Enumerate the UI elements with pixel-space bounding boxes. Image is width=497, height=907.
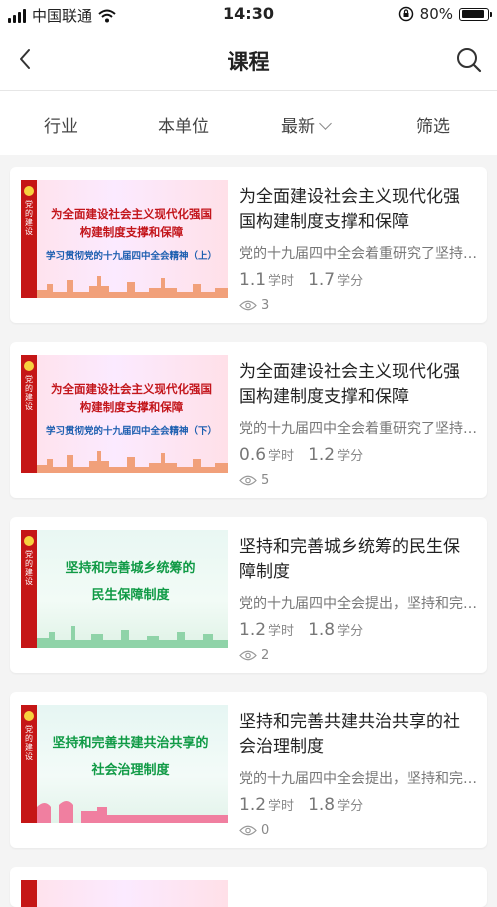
status-bar: 中国联通 14:30 80% <box>0 0 497 28</box>
hours-unit: 学时 <box>268 799 295 814</box>
thumb-title-line1: 坚持和完善共建共治共享的 <box>52 736 209 751</box>
credits-value: 1.7 <box>308 270 336 290</box>
view-count: 3 <box>261 298 270 313</box>
course-stats: 0.6 学时 1.2 学分 <box>239 445 377 465</box>
course-title: 为全面建设社会主义现代化强国构建制度支撑和保障 <box>239 187 460 232</box>
course-card[interactable]: 党的建设 为全面建设社会主义现代化强国 构建制度支撑和保障 学习贯彻党的十九届四… <box>10 167 487 323</box>
hours-value: 1.2 <box>239 620 267 640</box>
party-emblem-icon <box>24 536 34 546</box>
chevron-down-icon <box>319 117 332 130</box>
credits-unit: 学分 <box>337 274 364 289</box>
battery-percent: 80% <box>419 5 453 23</box>
hours-value: 0.6 <box>239 445 267 465</box>
filter-bar: 行业 本单位 最新 筛选 <box>0 91 497 155</box>
view-count: 5 <box>261 473 270 488</box>
page-title: 课程 <box>227 50 270 74</box>
credits-unit: 学分 <box>337 799 364 814</box>
course-desc: 党的十九届四中全会着重研究了坚持和完善中国特色社会主义制度 <box>239 421 477 437</box>
course-thumbnail <box>21 880 228 907</box>
strip-label: 党的建设 <box>25 725 33 761</box>
hours-unit: 学时 <box>268 624 295 639</box>
course-stats: 1.2 学时 1.8 学分 <box>239 795 377 815</box>
eye-icon <box>239 825 257 836</box>
course-stats: 1.2 学时 1.8 学分 <box>239 620 377 640</box>
filter-latest-label: 最新 <box>281 117 315 137</box>
views: 0 <box>239 823 269 838</box>
course-thumbnail: 党的建设 坚持和完善城乡统筹的 民生保障制度 <box>21 530 228 648</box>
credits-value: 1.8 <box>308 620 336 640</box>
thumb-title-line1: 为全面建设社会主义现代化强国 <box>51 207 212 221</box>
filter-industry[interactable]: 行业 <box>44 112 78 137</box>
eye-icon <box>239 300 257 311</box>
hours-value: 1.1 <box>239 270 267 290</box>
credits-unit: 学分 <box>337 449 364 464</box>
nav-bar: 课程 <box>0 28 497 91</box>
thumb-title-line2: 构建制度支撑和保障 <box>79 400 184 414</box>
battery-icon <box>459 7 492 21</box>
views: 2 <box>239 648 269 663</box>
strip-label: 党的建设 <box>25 375 33 411</box>
course-desc: 党的十九届四中全会提出，坚持和完善共建共治共享的社会治理制度 <box>239 771 477 787</box>
filter-screen[interactable]: 筛选 <box>416 112 450 137</box>
course-card-partial[interactable] <box>10 867 487 907</box>
course-title: 坚持和完善共建共治共享的社会治理制度 <box>239 712 460 757</box>
thumb-title-line1: 坚持和完善城乡统筹的 <box>65 561 196 576</box>
thumb-title-line1: 为全面建设社会主义现代化强国 <box>51 382 212 396</box>
skyline-graphic <box>37 801 228 823</box>
credits-unit: 学分 <box>337 624 364 639</box>
course-desc: 党的十九届四中全会提出，坚持和完善统筹城乡的民生保障制度 <box>239 596 477 612</box>
course-thumbnail: 党的建设 坚持和完善共建共治共享的 社会治理制度 <box>21 705 228 823</box>
filter-unit[interactable]: 本单位 <box>158 112 209 137</box>
strip-label: 党的建设 <box>25 550 33 586</box>
course-card[interactable]: 党的建设 坚持和完善城乡统筹的 民生保障制度 坚持和完善城乡统筹的民生保障制度 … <box>10 517 487 673</box>
course-thumbnail: 党的建设 为全面建设社会主义现代化强国 构建制度支撑和保障 学习贯彻党的十九届四… <box>21 180 228 298</box>
credits-value: 1.8 <box>308 795 336 815</box>
hours-unit: 学时 <box>268 274 295 289</box>
course-title: 坚持和完善城乡统筹的民生保障制度 <box>239 537 460 582</box>
thumb-subtitle: 学习贯彻党的十九届四中全会精神（上） <box>45 251 217 262</box>
filter-latest[interactable]: 最新 <box>281 112 332 137</box>
status-right: 80% <box>398 5 492 23</box>
filter-screen-label: 筛选 <box>416 117 450 137</box>
hours-value: 1.2 <box>239 795 267 815</box>
strip-label: 党的建设 <box>25 200 33 236</box>
course-thumbnail: 党的建设 为全面建设社会主义现代化强国 构建制度支撑和保障 学习贯彻党的十九届四… <box>21 355 228 473</box>
view-count: 2 <box>261 648 270 663</box>
credits-value: 1.2 <box>308 445 336 465</box>
course-desc: 党的十九届四中全会着重研究了坚持和完善中国特色社会主义制度 <box>239 246 477 262</box>
course-stats: 1.1 学时 1.7 学分 <box>239 270 377 290</box>
party-emblem-icon <box>24 711 34 721</box>
course-card[interactable]: 党的建设 坚持和完善共建共治共享的 社会治理制度 坚持和完善共建共治共享的社会治… <box>10 692 487 848</box>
party-emblem-icon <box>24 361 34 371</box>
party-emblem-icon <box>24 186 34 196</box>
orientation-lock-icon <box>398 6 413 22</box>
thumb-title-line2: 民生保障制度 <box>91 588 170 603</box>
search-icon[interactable] <box>455 46 483 74</box>
views: 3 <box>239 298 269 313</box>
view-count: 0 <box>261 823 270 838</box>
course-title: 为全面建设社会主义现代化强国构建制度支撑和保障 <box>239 362 460 407</box>
thumb-title-line2: 构建制度支撑和保障 <box>79 225 184 239</box>
thumb-subtitle: 学习贯彻党的十九届四中全会精神（下） <box>45 426 217 437</box>
filter-industry-label: 行业 <box>44 117 78 137</box>
eye-icon <box>239 650 257 661</box>
skyline-graphic <box>37 276 228 298</box>
thumb-title-line2: 社会治理制度 <box>91 763 170 778</box>
views: 5 <box>239 473 269 488</box>
filter-unit-label: 本单位 <box>158 117 209 137</box>
skyline-graphic <box>37 451 228 473</box>
course-card[interactable]: 党的建设 为全面建设社会主义现代化强国 构建制度支撑和保障 学习贯彻党的十九届四… <box>10 342 487 498</box>
hours-unit: 学时 <box>268 449 295 464</box>
skyline-graphic <box>37 626 228 648</box>
eye-icon <box>239 475 257 486</box>
